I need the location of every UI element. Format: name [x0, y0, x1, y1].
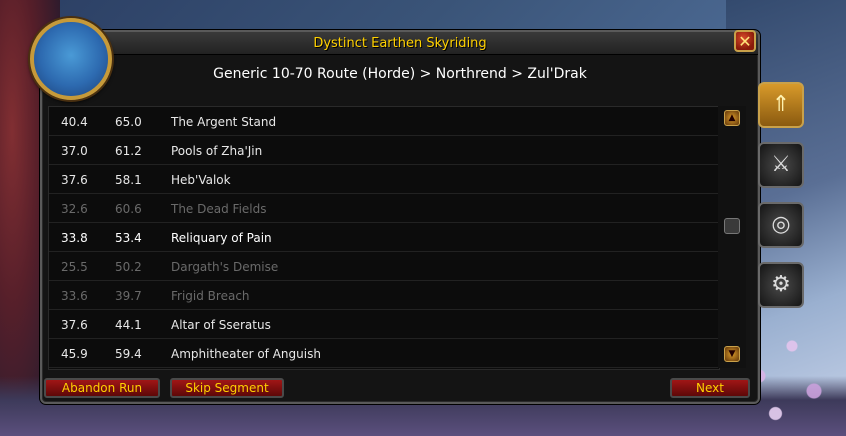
route-window: Dystinct Earthen Skyriding ✕ Generic 10-…	[40, 30, 760, 404]
coord-x: 33.8	[61, 231, 88, 245]
coord-x: 40.4	[61, 115, 88, 129]
scrollbar[interactable]: ▲ ▼	[718, 106, 746, 368]
coord-y: 59.4	[115, 347, 142, 361]
coord-y: 58.1	[115, 173, 142, 187]
list-item[interactable]: 40.4 65.0 The Argent Stand	[49, 107, 719, 136]
map-icon: ⚔	[771, 152, 791, 177]
location-name: Reliquary of Pain	[171, 231, 272, 245]
coord-x: 32.6	[61, 202, 88, 216]
list-item[interactable]: 37.6 44.1 Altar of Sseratus	[49, 310, 719, 339]
up-arrow-icon: ⇑	[771, 92, 791, 117]
skip-segment-button[interactable]: Skip Segment	[170, 378, 284, 398]
window-title: Dystinct Earthen Skyriding	[313, 36, 487, 51]
coord-y: 60.6	[115, 202, 142, 216]
title-bar[interactable]: Dystinct Earthen Skyriding ✕	[42, 30, 758, 55]
side-tab-up-arrow-icon[interactable]: ⇑	[758, 82, 804, 128]
location-name: Amphitheater of Anguish	[171, 347, 321, 361]
coord-x: 45.9	[61, 347, 88, 361]
coord-x: 37.6	[61, 173, 88, 187]
gear-icon: ⚙	[771, 272, 791, 297]
close-button[interactable]: ✕	[734, 30, 756, 52]
location-name: Pools of Zha'Jin	[171, 144, 263, 158]
location-name: The Argent Stand	[171, 115, 277, 129]
coord-y: 61.2	[115, 144, 142, 158]
list-item[interactable]: 33.6 39.7 Frigid Breach	[49, 281, 719, 310]
coord-y: 53.4	[115, 231, 142, 245]
location-name: Frigid Breach	[171, 289, 250, 303]
addon-portrait-icon	[30, 18, 112, 100]
location-name: Heb'Valok	[171, 173, 231, 187]
coord-x: 37.6	[61, 318, 88, 332]
side-tab-gear-icon[interactable]: ⚙	[758, 262, 804, 308]
list-item[interactable]: 37.6 58.1 Heb'Valok	[49, 165, 719, 194]
list-item[interactable]: 33.8 53.4 Reliquary of Pain	[49, 223, 719, 252]
coord-y: 44.1	[115, 318, 142, 332]
waypoint-list: 40.4 65.0 The Argent Stand 37.0 61.2 Pools of…	[48, 106, 720, 370]
list-item[interactable]: 37.0 61.2 Pools of Zha'Jin	[49, 136, 719, 165]
coord-y: 39.7	[115, 289, 142, 303]
list-item[interactable]: 32.6 60.6 The Dead Fields	[49, 194, 719, 223]
abandon-run-button[interactable]: Abandon Run	[44, 378, 160, 398]
coord-x: 33.6	[61, 289, 88, 303]
coord-x: 25.5	[61, 260, 88, 274]
location-name: Altar of Sseratus	[171, 318, 271, 332]
breadcrumb: Generic 10-70 Route (Horde) > Northrend …	[213, 66, 587, 82]
compass-icon: ◎	[771, 212, 791, 237]
coord-y: 65.0	[115, 115, 142, 129]
list-item[interactable]: 45.9 59.4 Amphitheater of Anguish	[49, 339, 719, 368]
list-item[interactable]: 25.5 50.2 Dargath's Demise	[49, 252, 719, 281]
side-tab-compass-icon[interactable]: ◎	[758, 202, 804, 248]
location-name: Dargath's Demise	[171, 260, 279, 274]
scroll-thumb[interactable]	[724, 218, 740, 234]
side-tab-map-icon[interactable]: ⚔	[758, 142, 804, 188]
coord-y: 50.2	[115, 260, 142, 274]
coord-x: 37.0	[61, 144, 88, 158]
scroll-up-button[interactable]: ▲	[724, 110, 740, 126]
scroll-down-button[interactable]: ▼	[724, 346, 740, 362]
next-button[interactable]: Next	[670, 378, 750, 398]
location-name: The Dead Fields	[171, 202, 267, 216]
